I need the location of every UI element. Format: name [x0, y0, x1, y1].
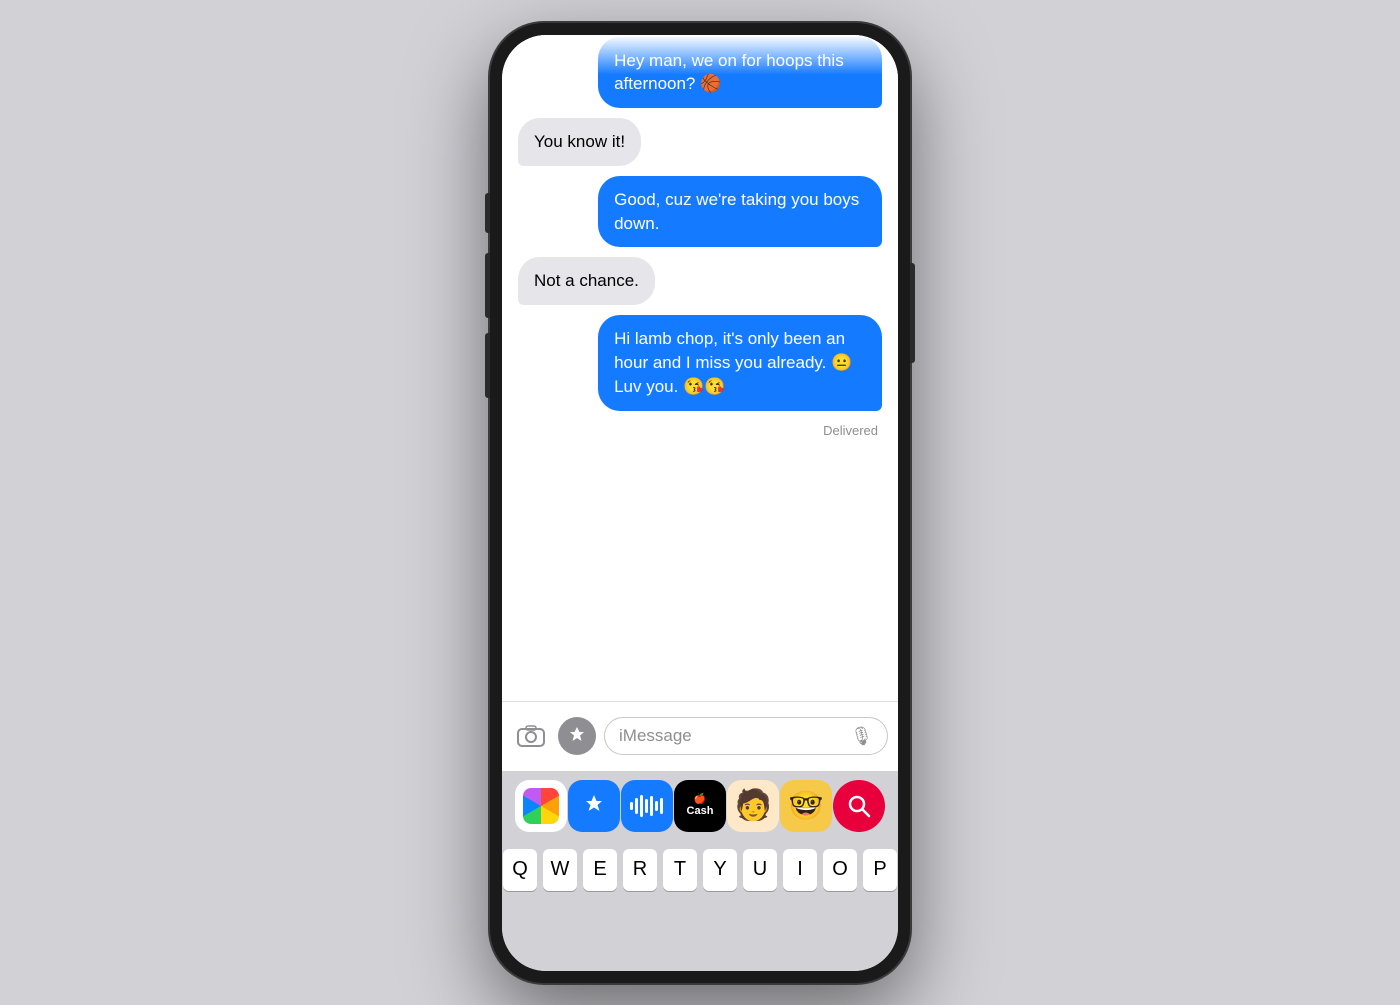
message-bubble-3: Good, cuz we're taking you boys down. — [598, 176, 882, 248]
key-r[interactable]: R — [623, 849, 657, 891]
key-y[interactable]: Y — [703, 849, 737, 891]
message-input[interactable]: iMessage 🎙 — [604, 717, 888, 755]
waveform-icon — [630, 793, 663, 819]
volume-down-button[interactable] — [485, 333, 490, 398]
key-p[interactable]: P — [863, 849, 897, 891]
message-row-2: You know it! — [518, 118, 882, 166]
key-o[interactable]: O — [823, 849, 857, 891]
messages-area: Hey man, we on for hoops this afternoon?… — [502, 35, 898, 691]
appstore-app-button[interactable] — [568, 780, 620, 832]
phone-wrapper: Hey man, we on for hoops this afternoon?… — [490, 23, 910, 983]
photos-icon — [523, 788, 559, 824]
key-q[interactable]: Q — [503, 849, 537, 891]
appstore-button[interactable] — [558, 717, 596, 755]
input-bar: iMessage 🎙 — [502, 701, 898, 771]
message-text-1: Hey man, we on for hoops this afternoon?… — [614, 51, 844, 94]
phone-screen: Hey man, we on for hoops this afternoon?… — [502, 35, 898, 971]
input-placeholder: iMessage — [619, 726, 842, 746]
delivered-label: Delivered — [518, 423, 882, 438]
message-bubble-1: Hey man, we on for hoops this afternoon?… — [598, 37, 882, 109]
key-u[interactable]: U — [743, 849, 777, 891]
message-text-2: You know it! — [534, 132, 625, 151]
message-text-5: Hi lamb chop, it's only been an hour and… — [614, 329, 852, 396]
photos-app-button[interactable] — [515, 780, 567, 832]
message-bubble-2: You know it! — [518, 118, 641, 166]
animoji-button[interactable]: 🤓 — [780, 780, 832, 832]
mute-button[interactable] — [485, 193, 490, 233]
key-w[interactable]: W — [543, 849, 577, 891]
message-text-3: Good, cuz we're taking you boys down. — [614, 190, 859, 233]
key-e[interactable]: E — [583, 849, 617, 891]
message-bubble-4: Not a chance. — [518, 257, 655, 305]
animoji-icon: 🤓 — [789, 789, 824, 822]
audio-app-button[interactable] — [621, 780, 673, 832]
key-i[interactable]: I — [783, 849, 817, 891]
apps-bar: 🍎 Cash 🧑 🤓 — [502, 771, 898, 841]
apple-cash-button[interactable]: 🍎 Cash — [674, 780, 726, 832]
message-text-4: Not a chance. — [534, 271, 639, 290]
key-t[interactable]: T — [663, 849, 697, 891]
keyboard: Q W E R T Y U I O P — [502, 841, 898, 971]
message-bubble-5: Hi lamb chop, it's only been an hour and… — [598, 315, 882, 410]
camera-button[interactable] — [512, 717, 550, 755]
message-row-3: Good, cuz we're taking you boys down. — [518, 176, 882, 248]
apple-cash-label: 🍎 Cash — [687, 794, 714, 817]
memoji-button[interactable]: 🧑 — [727, 780, 779, 832]
mic-icon: 🎙 — [850, 726, 873, 747]
message-row-5: Hi lamb chop, it's only been an hour and… — [518, 315, 882, 410]
search-app-button[interactable] — [833, 780, 885, 832]
message-row-1: Hey man, we on for hoops this afternoon?… — [518, 37, 882, 109]
volume-up-button[interactable] — [485, 253, 490, 318]
power-button[interactable] — [910, 263, 915, 363]
message-row-4: Not a chance. — [518, 257, 882, 305]
keyboard-row-1: Q W E R T Y U I O P — [506, 849, 894, 891]
memoji-icon: 🧑 — [734, 788, 771, 823]
